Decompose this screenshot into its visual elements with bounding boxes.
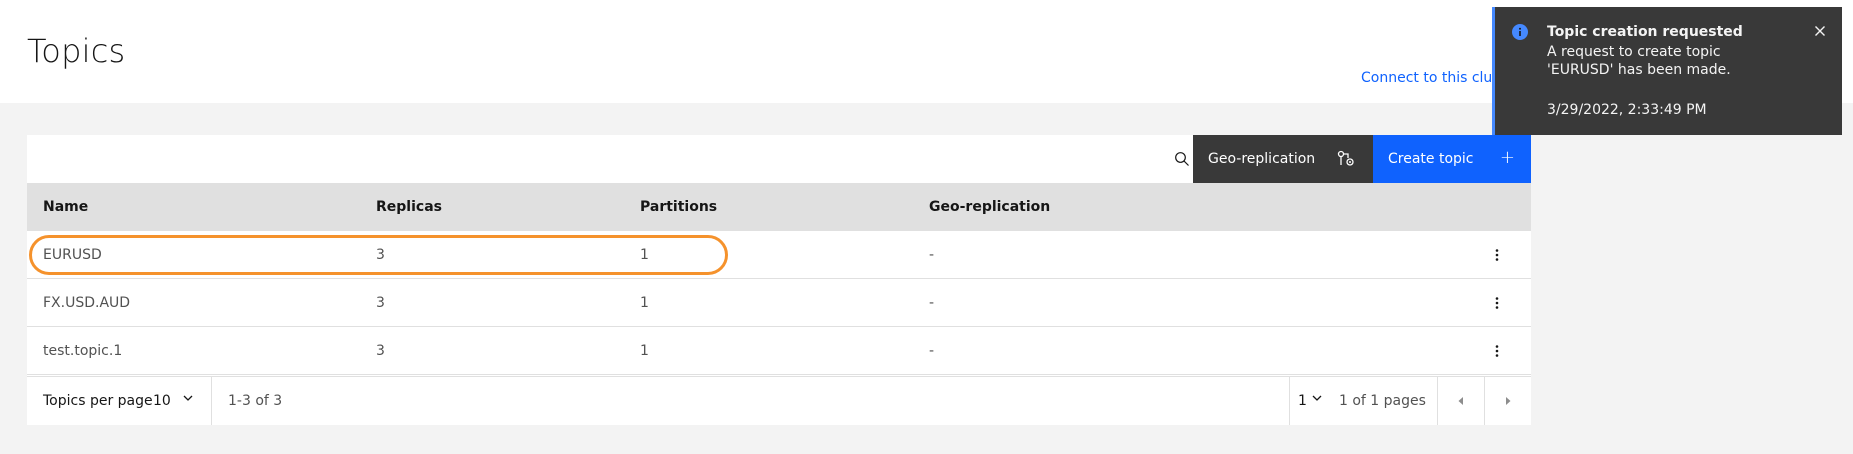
pagination-pages-text: 1 of 1 pages (1339, 393, 1426, 409)
caret-left-icon (1458, 397, 1463, 405)
table-header-row: Name Replicas Partitions Geo-replication (27, 183, 1531, 231)
geo-replication-button-label: Geo-replication (1208, 151, 1316, 167)
close-icon (1815, 26, 1825, 36)
search-icon (1175, 152, 1189, 166)
geo-replication-button[interactable]: Geo-replication (1193, 135, 1373, 183)
cell-replicas: 3 (376, 343, 385, 359)
cell-geo-replication: - (929, 343, 935, 359)
previous-page-button[interactable] (1437, 377, 1484, 425)
cell-name[interactable]: EURUSD (43, 247, 102, 263)
overflow-menu-icon (1495, 297, 1499, 309)
overflow-menu-button[interactable] (1487, 293, 1507, 313)
column-header-replicas[interactable]: Replicas (376, 199, 442, 215)
cell-replicas: 3 (376, 295, 385, 311)
cell-partitions: 1 (640, 295, 649, 311)
cell-partitions: 1 (640, 247, 649, 263)
items-per-page-select[interactable]: 10 (153, 393, 171, 409)
overflow-menu-button[interactable] (1487, 245, 1507, 265)
pagination-range: 1-3 of 3 (228, 393, 283, 409)
table-row[interactable]: test.topic.1 3 1 - (27, 327, 1531, 375)
next-page-button[interactable] (1484, 377, 1531, 425)
geo-replication-icon (1337, 150, 1355, 172)
table-toolbar: Geo-replication Create topic + (27, 135, 1531, 183)
create-topic-button[interactable]: Create topic + (1373, 135, 1531, 183)
table-row[interactable]: EURUSD 3 1 - (27, 231, 1531, 279)
toast-notification: Topic creation requested A request to cr… (1492, 7, 1842, 135)
table-row[interactable]: FX.USD.AUD 3 1 - (27, 279, 1531, 327)
toast-timestamp: 3/29/2022, 2:33:49 PM (1547, 102, 1707, 118)
cell-geo-replication: - (929, 295, 935, 311)
cell-name[interactable]: FX.USD.AUD (43, 295, 130, 311)
cell-replicas: 3 (376, 247, 385, 263)
cell-partitions: 1 (640, 343, 649, 359)
pagination-divider (1289, 377, 1290, 425)
pagination-bar: Topics per page 10 1-3 of 3 1 1 of 1 pag… (27, 376, 1531, 425)
column-header-geo-replication[interactable]: Geo-replication (929, 199, 1050, 215)
items-per-page-label: Topics per page (43, 393, 153, 409)
pagination-divider (211, 377, 212, 425)
page-select[interactable]: 1 (1298, 393, 1307, 409)
overflow-menu-icon (1495, 249, 1499, 261)
topics-table-panel: Geo-replication Create topic + Name Repl… (27, 135, 1531, 425)
toast-close-button[interactable] (1810, 21, 1830, 41)
caret-right-icon (1505, 397, 1510, 405)
overflow-menu-button[interactable] (1487, 341, 1507, 361)
cell-geo-replication: - (929, 247, 935, 263)
chevron-down-icon[interactable] (1311, 392, 1323, 408)
cell-name[interactable]: test.topic.1 (43, 343, 122, 359)
toast-subtitle: A request to create topic 'EURUSD' has b… (1547, 44, 1731, 78)
info-icon (1512, 24, 1528, 44)
chevron-down-icon[interactable] (182, 392, 194, 408)
add-icon: + (1499, 147, 1515, 168)
create-topic-button-label: Create topic (1388, 151, 1474, 167)
overflow-menu-icon (1495, 345, 1499, 357)
toast-title: Topic creation requested (1547, 24, 1743, 40)
column-header-name[interactable]: Name (43, 199, 88, 215)
column-header-partitions[interactable]: Partitions (640, 199, 717, 215)
page-title: Topics (27, 32, 126, 70)
